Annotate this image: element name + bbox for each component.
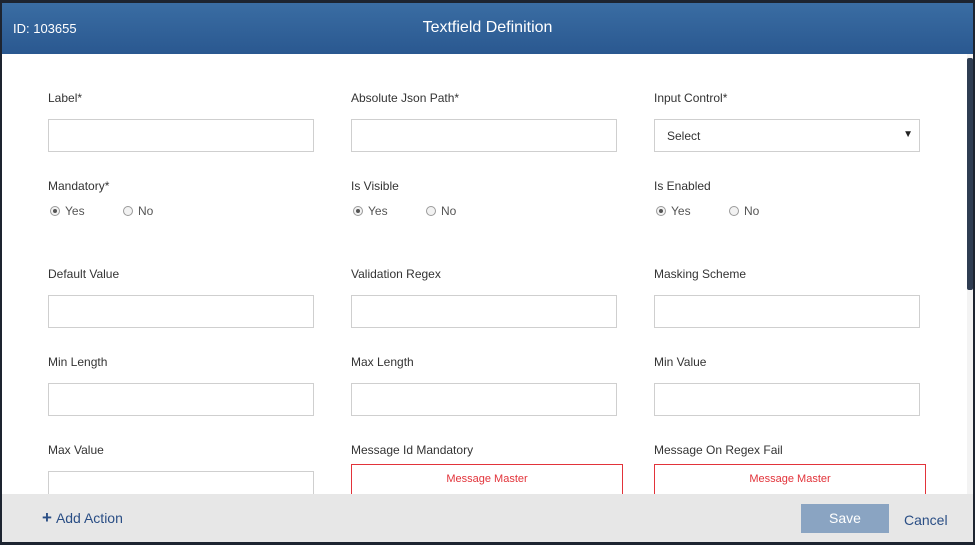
max-length-label: Max Length (351, 355, 414, 369)
mandatory-field-group: Mandatory* Yes No (48, 178, 314, 220)
is-enabled-no-label: No (744, 204, 760, 218)
min-length-input[interactable] (48, 383, 314, 416)
json-path-field-group: Absolute Json Path* (351, 90, 617, 152)
is-enabled-yes-radio[interactable]: Yes (656, 204, 691, 218)
default-value-input[interactable] (48, 295, 314, 328)
mandatory-no-radio[interactable]: No (123, 204, 153, 218)
radio-selected-icon (50, 206, 60, 216)
message-id-mandatory-message-master-button[interactable]: Message Master (351, 464, 623, 494)
default-value-field-group: Default Value (48, 266, 314, 328)
masking-scheme-field-group: Masking Scheme (654, 266, 920, 328)
modal-footer: + Add Action Save Cancel (2, 494, 973, 542)
masking-scheme-label: Masking Scheme (654, 267, 747, 281)
masking-scheme-input[interactable] (654, 295, 920, 328)
mandatory-no-label: No (138, 204, 154, 218)
textfield-definition-modal: ID: 103655 Textfield Definition Label* A… (2, 3, 973, 542)
radio-unselected-icon (123, 206, 133, 216)
radio-selected-icon (353, 206, 363, 216)
message-id-mandatory-label: Message Id Mandatory (351, 443, 474, 457)
max-value-field-group: Max Value (48, 442, 314, 494)
cancel-button[interactable]: Cancel (904, 512, 948, 528)
form-body: Label* Absolute Json Path* Input Control… (2, 54, 973, 494)
mandatory-yes-label: Yes (65, 204, 85, 218)
add-action-link[interactable]: + Add Action (42, 508, 123, 527)
message-on-regex-fail-field-group: Message On Regex Fail Message Master (654, 442, 926, 494)
radio-selected-icon (656, 206, 666, 216)
json-path-input[interactable] (351, 119, 617, 152)
dropdown-arrow-icon: ▼ (903, 129, 913, 140)
validation-regex-field-group: Validation Regex (351, 266, 617, 328)
is-enabled-yes-label: Yes (671, 204, 691, 218)
min-value-field-group: Min Value (654, 354, 920, 416)
is-visible-no-label: No (441, 204, 457, 218)
scrollbar-thumb[interactable] (967, 58, 973, 290)
input-control-selected-value: Select (667, 129, 701, 143)
is-visible-no-radio[interactable]: No (426, 204, 456, 218)
is-visible-label: Is Visible (351, 179, 399, 193)
label-field-group: Label* (48, 90, 314, 152)
json-path-label: Absolute Json Path* (351, 91, 460, 105)
validation-regex-input[interactable] (351, 295, 617, 328)
is-visible-yes-label: Yes (368, 204, 388, 218)
validation-regex-label: Validation Regex (351, 267, 441, 281)
min-value-input[interactable] (654, 383, 920, 416)
default-value-label: Default Value (48, 267, 120, 281)
mandatory-radio-group: Yes No (48, 204, 314, 220)
mandatory-yes-radio[interactable]: Yes (50, 204, 85, 218)
is-visible-yes-radio[interactable]: Yes (353, 204, 388, 218)
message-on-regex-fail-label: Message On Regex Fail (654, 443, 783, 457)
save-button[interactable]: Save (801, 504, 889, 533)
min-length-field-group: Min Length (48, 354, 314, 416)
mandatory-label: Mandatory* (48, 179, 110, 193)
input-control-field-group: Input Control* Select ▼ (654, 90, 920, 152)
is-enabled-field-group: Is Enabled Yes No (654, 178, 920, 220)
radio-unselected-icon (729, 206, 739, 216)
radio-unselected-icon (426, 206, 436, 216)
max-length-input[interactable] (351, 383, 617, 416)
is-enabled-radio-group: Yes No (654, 204, 920, 220)
add-action-label: Add Action (55, 510, 123, 526)
message-on-regex-fail-message-master-button[interactable]: Message Master (654, 464, 926, 494)
input-control-select[interactable]: Select ▼ (654, 119, 920, 152)
plus-icon: + (42, 508, 52, 527)
is-enabled-no-radio[interactable]: No (729, 204, 759, 218)
label-input[interactable] (48, 119, 314, 152)
is-visible-radio-group: Yes No (351, 204, 617, 220)
is-visible-field-group: Is Visible Yes No (351, 178, 617, 220)
is-enabled-label: Is Enabled (654, 179, 711, 193)
max-value-label: Max Value (48, 443, 104, 457)
modal-title: Textfield Definition (422, 19, 553, 36)
max-value-input[interactable] (48, 471, 314, 494)
min-length-label: Min Length (48, 355, 108, 369)
label-field-label: Label* (48, 91, 83, 105)
max-length-field-group: Max Length (351, 354, 617, 416)
min-value-label: Min Value (654, 355, 707, 369)
input-control-label: Input Control* (654, 91, 728, 105)
message-id-mandatory-field-group: Message Id Mandatory Message Master (351, 442, 623, 494)
modal-header: ID: 103655 Textfield Definition (2, 3, 973, 54)
